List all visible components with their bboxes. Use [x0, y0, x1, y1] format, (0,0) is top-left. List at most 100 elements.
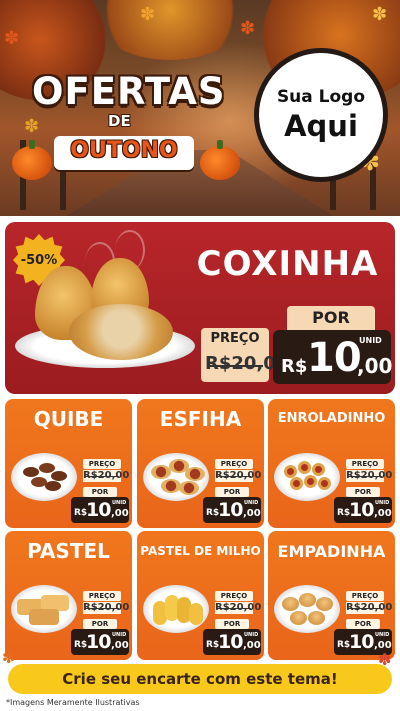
new-price-label: POR	[346, 619, 380, 629]
product-card-pastel-de-milho[interactable]: PASTEL DE MILHO PREÇO R$20,00 POR R$ 10 …	[137, 531, 264, 660]
disclaimer-text: *Imagens Meramente Ilustrativas	[6, 698, 140, 707]
logo-line-2: Aqui	[284, 109, 358, 143]
esfiha-image	[143, 453, 209, 501]
unit-label: UNID	[359, 336, 382, 345]
unit-label: UNID	[375, 500, 390, 506]
new-price-block: POR R$ 10 UNID ,00	[71, 619, 129, 657]
new-price-box: R$ 10 UNID ,00	[203, 629, 261, 655]
price-integer: 10	[218, 631, 243, 653]
pastel-de-milho-image	[143, 585, 209, 633]
price-integer: 10	[307, 335, 362, 381]
product-card-quibe[interactable]: QUIBE PREÇO R$20,00 POR R$ 10 UNID ,00	[5, 399, 132, 528]
product-name: EMPADINHA	[277, 542, 386, 561]
maple-leaf-icon: ✽	[140, 4, 156, 25]
maple-leaf-icon: ✽	[4, 28, 20, 49]
new-price-box: R$ 10 UNID ,00	[334, 497, 392, 523]
old-price-box: PREÇO R$20,00	[79, 591, 129, 617]
unit-label: UNID	[244, 500, 259, 506]
strikethrough-line	[217, 608, 251, 609]
new-price-block: POR R$ 10 UNID ,00	[273, 306, 393, 386]
price-integer: 10	[349, 631, 374, 653]
old-price-box: PREÇO R$20,00	[342, 459, 392, 485]
new-price-label: POR	[83, 619, 117, 629]
old-price-label: PREÇO	[215, 591, 253, 601]
old-price-label: PREÇO	[83, 591, 121, 601]
new-price-label: POR	[215, 487, 249, 497]
old-price-label: PREÇO	[210, 331, 260, 346]
unit-label: UNID	[375, 632, 390, 638]
old-price-label: PREÇO	[215, 459, 253, 469]
new-price-block: POR R$ 10 UNID ,00	[203, 487, 261, 525]
new-price-block: POR R$ 10 UNID ,00	[203, 619, 261, 657]
strikethrough-line	[85, 476, 119, 477]
price-cents: ,00	[243, 508, 261, 519]
product-name: ESFIHA	[159, 407, 242, 431]
strikethrough-line	[348, 476, 382, 477]
maple-leaf-icon: ✽	[2, 648, 16, 667]
strikethrough-line	[348, 608, 382, 609]
hero-banner: ✽ ✽ ✽ ✽ ✽ ✽ OFERTAS DE OUTONO Sua Logo A…	[0, 0, 400, 216]
unit-label: UNID	[244, 632, 259, 638]
product-card-enroladinho[interactable]: ENROLADINHO PREÇO R$20,00 POR R$ 10 UNID…	[268, 399, 395, 528]
new-price-box: R$ 10 UNID ,00	[71, 497, 129, 523]
price-integer: 10	[86, 499, 111, 521]
new-price-box: R$ 10 UNID ,00	[273, 330, 393, 384]
new-price-box: R$ 10 UNID ,00	[203, 497, 261, 523]
pastel-image	[11, 585, 77, 633]
old-price-box: PREÇO R$20,00	[342, 591, 392, 617]
pumpkin-icon	[12, 140, 52, 180]
title-ofertas: OFERTAS	[32, 70, 226, 113]
new-price-label: POR	[346, 487, 380, 497]
price-cents: ,00	[111, 508, 129, 519]
price-integer: 10	[218, 499, 243, 521]
new-price-box: R$ 10 UNID ,00	[71, 629, 129, 655]
maple-leaf-icon: ✽	[240, 18, 256, 39]
strikethrough-line	[85, 608, 119, 609]
product-card-esfiha[interactable]: ESFIHA PREÇO R$20,00 POR R$ 10 UNID ,00	[137, 399, 264, 528]
old-price-label: PREÇO	[346, 459, 384, 469]
product-name: PASTEL	[27, 539, 110, 563]
product-name: PASTEL DE MILHO	[140, 544, 261, 558]
new-price-block: POR R$ 10 UNID ,00	[334, 487, 392, 525]
price-integer: 10	[86, 631, 111, 653]
logo-line-1: Sua Logo	[276, 87, 366, 107]
old-price-box: PREÇO R$20,00	[201, 328, 288, 382]
maple-leaf-icon: ✽	[372, 4, 388, 25]
new-price-label: POR	[287, 306, 375, 330]
price-cents: ,00	[111, 640, 129, 651]
price-cents: ,00	[374, 508, 392, 519]
title-outono: OUTONO	[70, 138, 178, 163]
coxinha-cut-image	[69, 304, 173, 360]
price-integer: 10	[349, 499, 374, 521]
product-card-empadinha[interactable]: EMPADINHA PREÇO R$20,00 POR R$ 10 UNID ,…	[268, 531, 395, 660]
product-name: ENROLADINHO	[277, 411, 386, 426]
strikethrough-line	[217, 476, 251, 477]
strikethrough-line	[207, 365, 263, 367]
featured-product-name: COXINHA	[196, 244, 379, 284]
featured-product-card[interactable]: -50% COXINHA PREÇO R$20,00 POR R$ 10 UNI…	[5, 222, 395, 394]
old-price-value: R$20,00	[205, 350, 288, 378]
logo-placeholder[interactable]: Sua Logo Aqui	[254, 48, 388, 182]
new-price-label: POR	[215, 619, 249, 629]
old-price-label: PREÇO	[83, 459, 121, 469]
new-price-label: POR	[83, 487, 117, 497]
unit-label: UNID	[112, 500, 127, 506]
title-de: DE	[108, 112, 131, 130]
old-price-label: PREÇO	[346, 591, 384, 601]
old-price-box: PREÇO R$20,00	[211, 591, 261, 617]
season-title: OFERTAS DE OUTONO	[18, 62, 228, 192]
empadinha-image	[274, 585, 340, 633]
product-card-pastel[interactable]: PASTEL PREÇO R$20,00 POR R$ 10 UNID ,00	[5, 531, 132, 660]
currency-symbol: R$	[281, 356, 308, 377]
old-price-box: PREÇO R$20,00	[211, 459, 261, 485]
enroladinho-image	[274, 453, 340, 501]
product-name: QUIBE	[33, 407, 104, 431]
quibe-image	[11, 453, 77, 501]
pumpkin-icon	[200, 140, 240, 180]
unit-label: UNID	[112, 632, 127, 638]
cta-button[interactable]: Crie seu encarte com este tema!	[8, 664, 392, 694]
price-cents: ,00	[357, 354, 393, 378]
new-price-block: POR R$ 10 UNID ,00	[71, 487, 129, 525]
old-price-box: PREÇO R$20,00	[79, 459, 129, 485]
price-cents: ,00	[243, 640, 261, 651]
